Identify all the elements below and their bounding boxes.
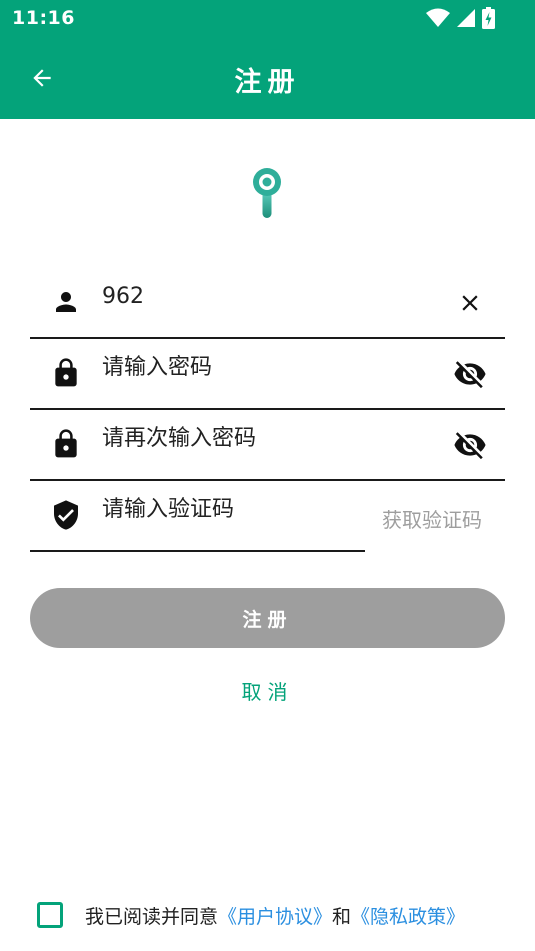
verification-code-row: [30, 481, 365, 552]
confirm-password-input[interactable]: [102, 420, 422, 456]
password-row: [30, 339, 505, 410]
cellular-signal-icon: [457, 9, 475, 27]
wifi-icon: [426, 8, 450, 27]
status-icons: [426, 7, 495, 29]
username-row: [30, 268, 505, 339]
privacy-policy-link[interactable]: 《隐私政策》: [351, 902, 465, 929]
user-agreement-link[interactable]: 《用户协议》: [218, 902, 332, 929]
get-verification-code-button[interactable]: 获取验证码: [382, 504, 482, 533]
register-button[interactable]: 注册: [30, 588, 505, 648]
toggle-confirm-password-visibility-button[interactable]: [453, 428, 487, 462]
close-icon: [462, 295, 478, 311]
page-title: 注册: [234, 67, 301, 98]
shield-check-icon: [49, 498, 83, 532]
agreement-checkbox[interactable]: [37, 902, 63, 928]
app-logo-icon: [253, 168, 281, 218]
username-input[interactable]: [102, 278, 422, 314]
app-bar: 注册: [0, 36, 535, 119]
agreement-prefix: 我已阅读并同意: [85, 905, 219, 928]
battery-charging-icon: [482, 7, 495, 29]
toggle-password-visibility-button[interactable]: [453, 357, 487, 391]
cancel-button[interactable]: 取消: [0, 676, 535, 705]
eye-off-icon: [454, 361, 486, 389]
password-input[interactable]: [102, 349, 422, 385]
eye-off-icon: [454, 432, 486, 460]
clear-username-button[interactable]: [453, 286, 487, 320]
confirm-password-row: [30, 410, 505, 481]
agreement-and: 和: [332, 905, 352, 928]
lock-icon: [49, 356, 83, 390]
verification-code-input[interactable]: [102, 491, 352, 527]
lock-icon: [49, 427, 83, 461]
agreement-row: 我已阅读并同意 《用户协议》 和 《隐私政策》: [37, 901, 465, 929]
status-bar: 11:16: [0, 0, 535, 36]
person-icon: [49, 285, 83, 319]
status-time: 11:16: [12, 7, 75, 29]
